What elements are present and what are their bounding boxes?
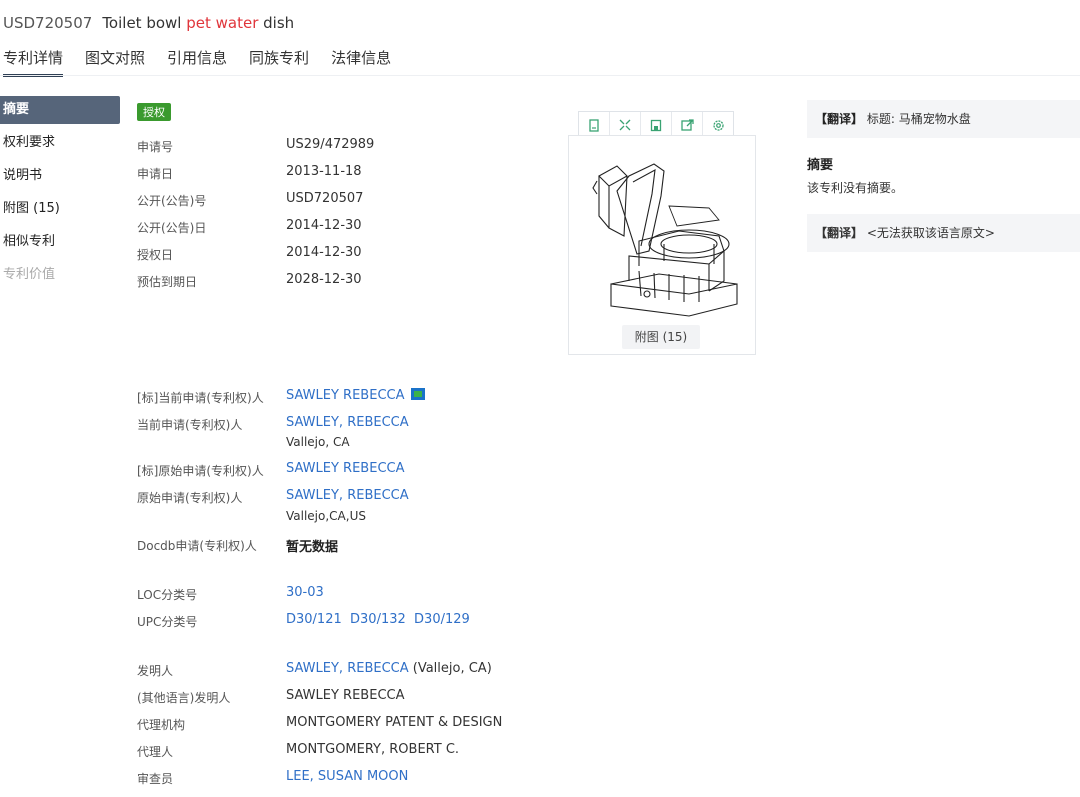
translate-tag[interactable]: 【翻译】	[815, 112, 863, 126]
sidebar-item-value[interactable]: 专利价值	[0, 261, 120, 294]
field-label: 代理机构	[137, 718, 186, 732]
translate-tag[interactable]: 【翻译】	[815, 226, 863, 240]
field-label: LOC分类号	[137, 588, 198, 602]
field-label: 原始申请(专利权)人	[137, 491, 243, 505]
docdb-value: 暂无数据	[286, 540, 339, 555]
field-label: 授权日	[137, 248, 174, 262]
sidebar-item-figures[interactable]: 附图 (15)	[0, 195, 120, 228]
tab-legal[interactable]: 法律信息	[331, 47, 391, 77]
field-label: 公开(公告)号	[137, 194, 207, 208]
tab-family[interactable]: 同族专利	[249, 47, 309, 77]
applicant-link[interactable]: SAWLEY REBECCA	[286, 461, 405, 476]
sidebar-item-claims[interactable]: 权利要求	[0, 129, 120, 162]
upc-class-link[interactable]: D30/121	[286, 612, 342, 627]
upc-class-list: D30/121 D30/132 D30/129	[286, 612, 470, 627]
field-label: 审查员	[137, 772, 174, 786]
field-label: 当前申请(专利权)人	[137, 418, 243, 432]
field-label: [标]当前申请(专利权)人	[137, 391, 264, 405]
applicant-location: Vallejo, CA	[286, 435, 350, 449]
field-value: 2028-12-30	[286, 272, 362, 287]
field-label: UPC分类号	[137, 615, 198, 629]
sidebar-item-abstract[interactable]: 摘要	[0, 96, 120, 124]
toilet-drawing	[592, 163, 738, 317]
title-highlight: pet water	[186, 14, 259, 32]
title-post: dish	[258, 14, 295, 32]
figure-label[interactable]: 附图 (15)	[622, 325, 700, 349]
translation-unavailable: <无法获取该语言原文>	[866, 226, 995, 240]
field-value: SAWLEY REBECCA	[286, 688, 405, 703]
field-label: 代理人	[137, 745, 174, 759]
translation-abstract-box: 【翻译】 <无法获取该语言原文>	[807, 214, 1080, 252]
applicant-name: SAWLEY REBECCA	[286, 388, 405, 403]
field-label: Docdb申请(专利权)人	[137, 539, 257, 553]
patent-number: USD720507	[3, 14, 93, 32]
tab-image-text[interactable]: 图文对照	[85, 47, 145, 77]
right-panel: 【翻译】 标题: 马桶宠物水盘 摘要 该专利没有摘要。 【翻译】 <无法获取该语…	[807, 100, 1080, 252]
field-value: 2013-11-18	[286, 164, 362, 179]
status-badge: 授权	[137, 103, 171, 121]
translated-title: 标题: 马桶宠物水盘	[866, 112, 971, 126]
abstract-heading: 摘要	[807, 158, 834, 173]
applicant-link[interactable]: SAWLEY REBECCA	[286, 388, 425, 403]
field-label: 申请日	[137, 167, 174, 181]
field-label: 公开(公告)日	[137, 221, 207, 235]
field-label: 预估到期日	[137, 275, 198, 289]
field-label: (其他语言)发明人	[137, 691, 231, 705]
tab-citations[interactable]: 引用信息	[167, 47, 227, 77]
flag-icon	[410, 388, 425, 400]
title-pre: Toilet bowl	[102, 14, 187, 32]
patent-title: USD720507 Toilet bowl pet water dish	[3, 14, 294, 32]
sidebar-item-similar[interactable]: 相似专利	[0, 228, 120, 261]
tab-bar: 专利详情 图文对照 引用信息 同族专利 法律信息	[3, 47, 413, 77]
abstract-text: 该专利没有摘要。	[807, 181, 904, 195]
patent-figure[interactable]	[568, 135, 756, 355]
inventor-value: SAWLEY, REBECCA (Vallejo, CA)	[286, 661, 492, 676]
sidebar: 摘要 权利要求 说明书 附图 (15) 相似专利 专利价值	[0, 96, 120, 294]
tab-details[interactable]: 专利详情	[3, 47, 64, 77]
field-value: MONTGOMERY, ROBERT C.	[286, 742, 460, 757]
applicant-link[interactable]: SAWLEY, REBECCA	[286, 488, 409, 503]
field-value: 2014-12-30	[286, 245, 362, 260]
upc-class-link[interactable]: D30/132	[350, 612, 406, 627]
applicant-location: Vallejo,CA,US	[286, 509, 366, 523]
loc-class-link[interactable]: 30-03	[286, 585, 324, 600]
field-label: 申请号	[137, 140, 174, 154]
title-text: Toilet bowl pet water dish	[102, 14, 294, 32]
divider	[0, 75, 1080, 76]
field-value: 2014-12-30	[286, 218, 362, 233]
upc-class-link[interactable]: D30/129	[414, 612, 470, 627]
field-label: [标]原始申请(专利权)人	[137, 464, 264, 478]
field-value: MONTGOMERY PATENT & DESIGN	[286, 715, 503, 730]
field-value: US29/472989	[286, 137, 375, 152]
field-value: USD720507	[286, 191, 364, 206]
inventor-location: (Vallejo, CA)	[408, 661, 492, 676]
sidebar-item-description[interactable]: 说明书	[0, 162, 120, 195]
inventor-link[interactable]: SAWLEY, REBECCA	[286, 661, 409, 676]
applicant-link[interactable]: SAWLEY, REBECCA	[286, 415, 409, 430]
translation-title-box: 【翻译】 标题: 马桶宠物水盘	[807, 100, 1080, 138]
examiner-link[interactable]: LEE, SUSAN MOON	[286, 769, 408, 784]
field-label: 发明人	[137, 664, 174, 678]
